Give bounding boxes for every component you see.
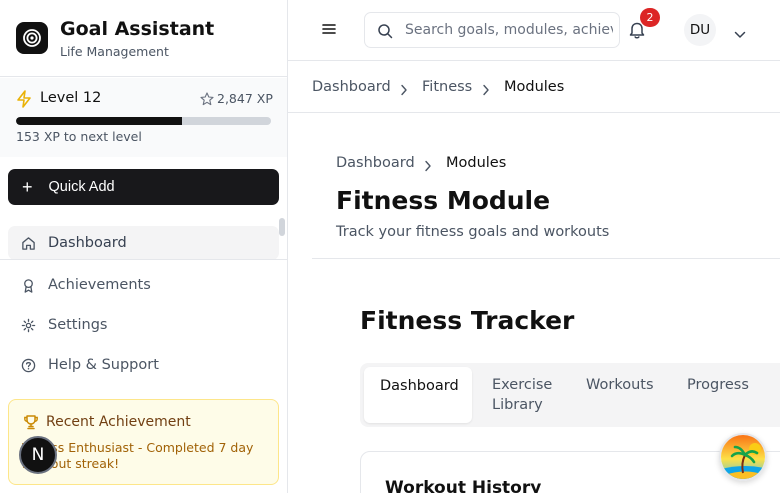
notification-badge: 2 [640, 8, 660, 27]
card-title: Workout History [385, 478, 542, 493]
app-title: Goal Assistant [60, 18, 215, 40]
zap-icon [16, 90, 32, 112]
page-description: Track your fitness goals and workouts [336, 224, 610, 240]
target-logo-icon[interactable] [16, 22, 48, 54]
assistant-avatar[interactable]: N [19, 436, 57, 474]
level-label: Level 12 [40, 90, 102, 106]
search-icon [377, 23, 393, 43]
chevron-right-icon [424, 157, 432, 176]
app-subtitle: Life Management [60, 44, 169, 59]
sidebar: Goal Assistant Life Management Level 12 … [0, 0, 288, 493]
star-icon [200, 91, 214, 110]
achievement-text: Fitness Enthusiast - Completed 7 day wor… [21, 440, 254, 471]
search-box[interactable] [364, 12, 620, 48]
workout-history-card: Workout History [360, 451, 780, 493]
xp-value: 2,847 XP [217, 91, 273, 106]
tab-progress[interactable]: Progress [687, 375, 749, 395]
tab-dashboard[interactable]: Dashboard [364, 367, 472, 423]
chevron-right-icon [482, 81, 490, 100]
page-breadcrumb-item[interactable]: Dashboard [336, 155, 415, 171]
help-circle-icon [20, 357, 36, 373]
tracker-title: Fitness Tracker [360, 306, 575, 335]
page-divider [312, 258, 780, 259]
tab-exercise-library[interactable]: Exercise Library [492, 375, 572, 415]
user-avatar[interactable]: DU [684, 14, 716, 46]
sidebar-divider [0, 259, 287, 260]
tab-list: Dashboard Exercise Library Workouts Prog… [360, 363, 780, 427]
brand-header: Goal Assistant Life Management [0, 0, 287, 77]
quick-add-button[interactable]: + Quick Add [8, 169, 279, 205]
breadcrumb-item[interactable]: Fitness [422, 79, 472, 95]
trophy-icon [23, 414, 39, 434]
search-input[interactable] [405, 20, 613, 40]
menu-icon[interactable] [322, 21, 336, 40]
xp-progress-bar [16, 117, 271, 125]
xp-progress-fill [16, 117, 182, 125]
sidebar-item-label: Dashboard [48, 235, 127, 251]
home-icon [20, 235, 36, 251]
chevron-right-icon [400, 81, 408, 100]
award-icon [20, 277, 36, 293]
breadcrumb-current: Modules [504, 79, 565, 95]
top-bar: 2 DU [288, 0, 780, 61]
sidebar-item-dashboard[interactable]: Dashboard [8, 226, 279, 260]
chevron-down-icon[interactable] [734, 24, 746, 43]
sidebar-item-help[interactable]: Help & Support [8, 348, 279, 382]
quick-add-label: Quick Add [48, 179, 115, 195]
page-title: Fitness Module [336, 186, 551, 215]
breadcrumb: Dashboard Fitness Modules [288, 61, 780, 113]
sidebar-scrollbar[interactable] [279, 218, 285, 236]
page-breadcrumb-current: Modules [446, 155, 507, 171]
sidebar-item-settings[interactable]: Settings [8, 308, 279, 342]
sidebar-item-label: Help & Support [48, 357, 159, 373]
sidebar-item-label: Achievements [48, 277, 151, 293]
plus-icon: + [22, 177, 33, 197]
sidebar-item-achievements[interactable]: Achievements [8, 268, 279, 302]
achievement-title: Recent Achievement [46, 414, 191, 430]
gear-icon [20, 317, 36, 333]
xp-next-level-text: 153 XP to next level [16, 129, 142, 144]
tab-workouts[interactable]: Workouts [586, 375, 654, 395]
sidebar-item-label: Settings [48, 317, 108, 333]
breadcrumb-item[interactable]: Dashboard [312, 79, 391, 95]
beach-assistant-icon[interactable] [719, 433, 767, 481]
